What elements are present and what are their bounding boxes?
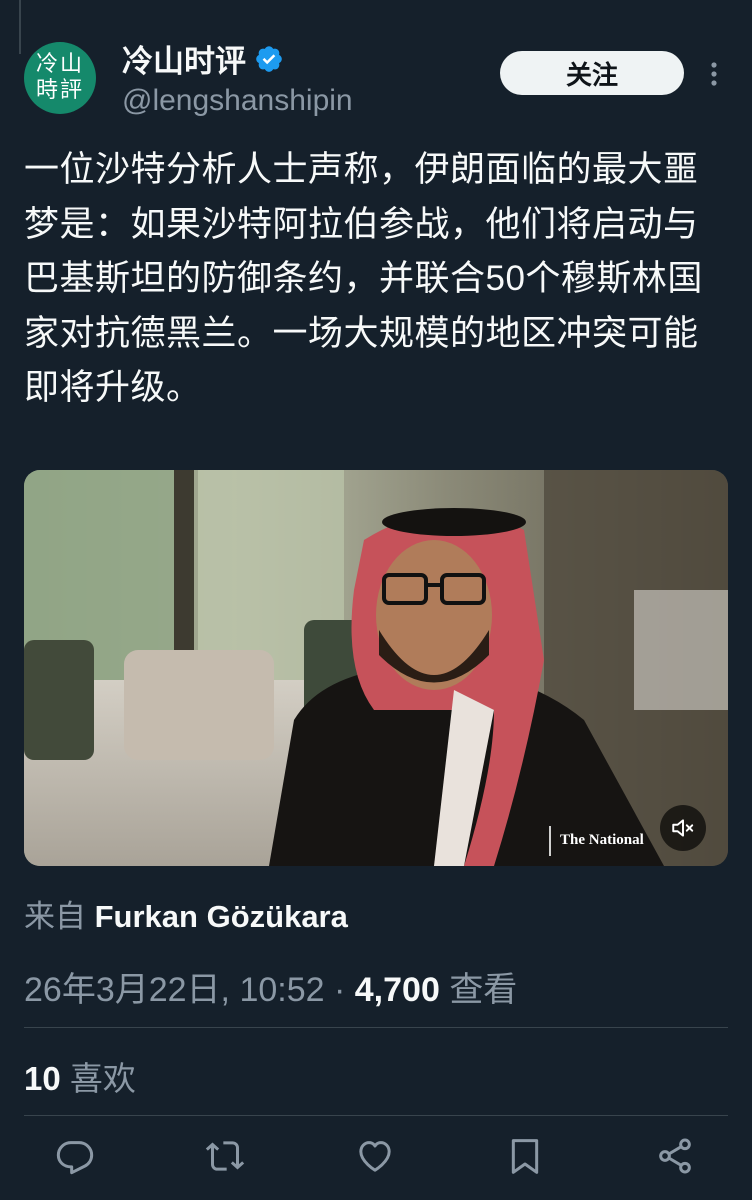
retweet-icon [205,1141,245,1171]
thread-line [19,0,21,54]
divider [24,1115,728,1116]
source-label: 来自 [24,899,86,934]
bookmark-button[interactable] [503,1134,547,1178]
divider [24,1027,728,1028]
views-label: 查看 [449,971,518,1009]
watermark-divider [549,826,551,856]
follow-button[interactable]: 关注 [500,51,684,95]
mute-button[interactable] [660,805,706,851]
likes-label: 喜欢 [69,1060,136,1097]
source-name[interactable]: Furkan Gözükara [95,899,348,934]
mute-icon [672,819,694,837]
share-button[interactable] [653,1134,697,1178]
video-watermark: The National [560,832,644,848]
like-icon [359,1141,391,1172]
timestamp[interactable]: 26年3月22日, 10:52 [24,971,325,1009]
source-attribution: 来自 Furkan Gözükara [24,891,348,936]
user-handle[interactable]: @lengshanshipin [122,84,353,118]
tweet-text: 一位沙特分析人士声称，伊朗面临的最大噩梦是：如果沙特阿拉伯参战，他们将启动与巴基… [24,150,703,407]
tweet-meta: 26年3月22日, 10:52 · 4,700 查看 [24,962,517,1011]
video-frame [24,470,728,866]
avatar-text: 冷山 時評 [35,52,84,103]
display-name[interactable]: 冷山时评 [122,36,284,81]
more-icon[interactable] [706,60,722,88]
bookmark-icon [511,1139,539,1174]
share-icon [659,1138,691,1174]
retweet-button[interactable] [203,1134,247,1178]
likes-stat[interactable]: 10 喜欢 [24,1052,136,1100]
meta-separator: · [333,971,346,1009]
reply-icon [56,1141,94,1175]
video-player[interactable] [24,470,728,866]
verified-badge-icon [256,45,282,72]
reply-button[interactable] [53,1134,97,1178]
like-button[interactable] [353,1134,397,1178]
avatar[interactable]: 冷山 時評 [24,42,96,114]
likes-count: 10 [24,1060,61,1097]
display-name-text: 冷山时评 [122,44,246,79]
views-count: 4,700 [354,971,440,1009]
